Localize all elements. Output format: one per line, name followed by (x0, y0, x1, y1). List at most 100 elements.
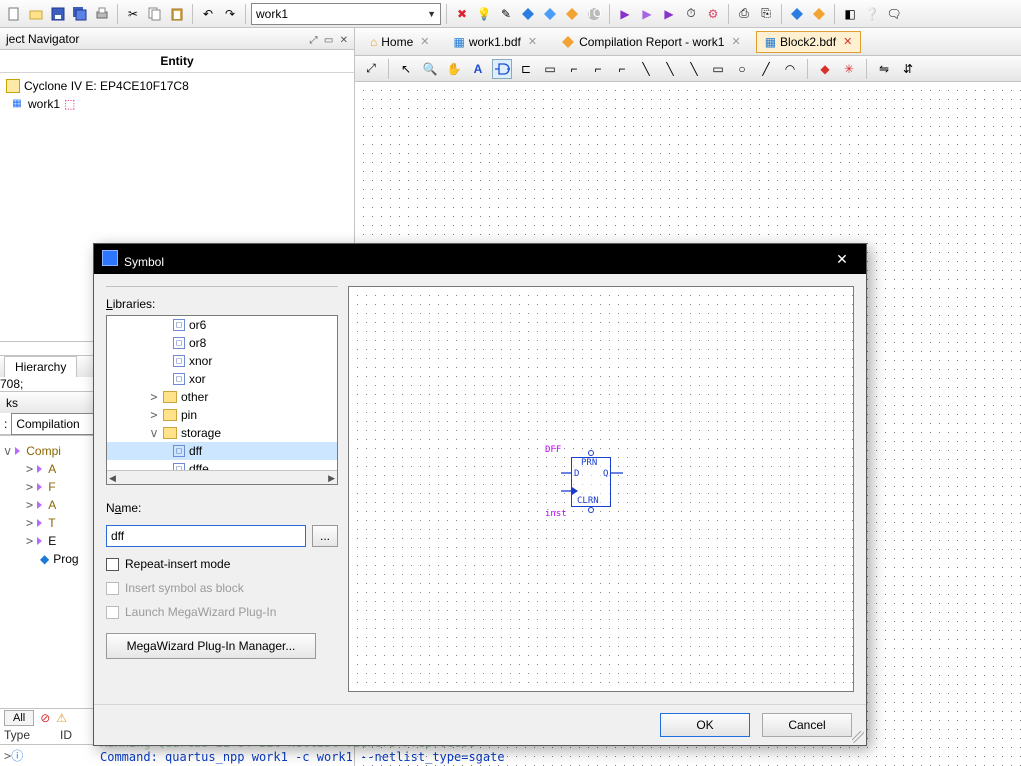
diag3-icon[interactable]: ╲ (684, 59, 704, 79)
pin-tool-icon[interactable]: ⊏ (516, 59, 536, 79)
hierarchy-tab[interactable]: Hierarchy (4, 356, 77, 377)
close-panel-icon[interactable]: ✕ (340, 35, 348, 46)
arc-icon[interactable]: ◠ (780, 59, 800, 79)
stop-icon[interactable]: STOP (584, 4, 604, 24)
list-item[interactable]: ◻dffe (107, 460, 337, 470)
extra2-icon[interactable]: 🗨 (884, 4, 904, 24)
browse-button[interactable]: ... (312, 525, 338, 547)
diag2-icon[interactable]: ╲ (660, 59, 680, 79)
folder-storage[interactable]: vstorage (107, 424, 337, 442)
close-icon[interactable]: ✕ (843, 35, 852, 48)
flip-h-icon[interactable]: ⇋ (874, 59, 894, 79)
list-item[interactable]: ◻or6 (107, 316, 337, 334)
close-icon[interactable]: ✕ (826, 251, 858, 268)
cancel-button[interactable]: Cancel (762, 713, 852, 737)
folder-other[interactable]: >other (107, 388, 337, 406)
report-icon (561, 35, 575, 49)
block-icon[interactable]: ▭ (540, 59, 560, 79)
project-row[interactable]: ▦ work1 ⬚ (6, 95, 348, 113)
save-icon[interactable] (48, 4, 68, 24)
list-item[interactable]: ◻or8 (107, 334, 337, 352)
h-scrollbar[interactable]: ◀▶ (107, 470, 337, 485)
project-combo[interactable]: work1 ▼ (251, 3, 441, 25)
folder-icon (163, 391, 177, 403)
close-icon[interactable]: ✕ (420, 35, 429, 48)
scroll-right-icon[interactable]: ▶ (328, 473, 335, 484)
folder-pin[interactable]: >pin (107, 406, 337, 424)
extra-icon[interactable]: ◧ (840, 4, 860, 24)
device-row[interactable]: Cyclone IV E: EP4CE10F17C8 (6, 77, 348, 95)
open-icon[interactable] (26, 4, 46, 24)
dialog-titlebar[interactable]: Symbol ✕ (94, 244, 866, 274)
ortho3-icon[interactable]: ⌐ (612, 59, 632, 79)
list-item[interactable]: ◻xor (107, 370, 337, 388)
oval-icon[interactable]: ○ (732, 59, 752, 79)
tab-home[interactable]: ⌂ Home ✕ (361, 31, 438, 53)
snap-icon[interactable]: ◆ (815, 59, 835, 79)
paste-icon[interactable] (167, 4, 187, 24)
dialog-title: Symbol (124, 255, 164, 269)
expand-icon[interactable]: > (149, 389, 159, 405)
error-icon[interactable]: ⊘ (40, 711, 50, 725)
misc2-icon[interactable]: ⎘ (756, 4, 776, 24)
new-icon[interactable] (4, 4, 24, 24)
dl-blue-icon[interactable] (787, 4, 807, 24)
zoom-fit-icon[interactable]: ⤢ (361, 59, 381, 79)
tool-pencil-icon[interactable]: ✎ (496, 4, 516, 24)
cut-icon[interactable]: ✂ (123, 4, 143, 24)
ortho2-icon[interactable]: ⌐ (588, 59, 608, 79)
list-item-dff[interactable]: ◻dff (107, 442, 337, 460)
play2-icon[interactable]: ▶ (637, 4, 657, 24)
tab-compilation-report[interactable]: Compilation Report - work1 ✕ (552, 31, 750, 53)
close-icon[interactable]: ✕ (731, 35, 740, 48)
resize-grip-icon[interactable] (852, 731, 864, 743)
scroll-left-icon[interactable]: ◀ (109, 473, 116, 484)
tab-block2[interactable]: ▦ Block2.bdf ✕ (756, 31, 862, 53)
snap2-icon[interactable]: ✳ (839, 59, 859, 79)
warn-icon[interactable]: ⚠ (56, 711, 67, 725)
dl-orange-icon[interactable] (809, 4, 829, 24)
col-type: Type (4, 728, 30, 742)
megawizard-button[interactable]: MegaWizard Plug-In Manager... (106, 633, 316, 659)
ok-button[interactable]: OK (660, 713, 750, 737)
undo-icon[interactable]: ↶ (198, 4, 218, 24)
flip-v-icon[interactable]: ⇵ (898, 59, 918, 79)
libraries-listbox[interactable]: ◻or6 ◻or8 ◻xnor ◻xor >other >pin vstorag… (106, 315, 338, 485)
ortho-icon[interactable]: ⌐ (564, 59, 584, 79)
help-icon[interactable]: ❔ (862, 4, 882, 24)
list-item[interactable]: ◻xnor (107, 352, 337, 370)
tab-work1[interactable]: ▦ work1.bdf ✕ (444, 31, 546, 53)
diag-icon[interactable]: ╲ (636, 59, 656, 79)
play-icon[interactable]: ▶ (615, 4, 635, 24)
tool-orange-icon[interactable] (562, 4, 582, 24)
zoom-icon[interactable]: 🔍 (420, 59, 440, 79)
text-icon[interactable]: A (468, 59, 488, 79)
collapse-icon[interactable]: v (149, 425, 159, 441)
symbol-preview[interactable]: DFF inst PRN CLRN D Q (348, 286, 854, 692)
tool-bulb-icon[interactable]: 💡 (474, 4, 494, 24)
repeat-insert-checkbox[interactable]: Repeat-insert mode (106, 557, 338, 571)
dock-icon[interactable]: ▭ (324, 35, 333, 46)
hand-icon[interactable]: ✋ (444, 59, 464, 79)
misc1-icon[interactable]: ⎙ (734, 4, 754, 24)
gear-icon[interactable]: ⚙ (703, 4, 723, 24)
redo-icon[interactable]: ↷ (220, 4, 240, 24)
close-icon[interactable]: ✕ (528, 35, 537, 48)
line-icon[interactable]: ╱ (756, 59, 776, 79)
saveall-icon[interactable] (70, 4, 90, 24)
copy-icon[interactable] (145, 4, 165, 24)
clock-icon[interactable]: ⏱ (681, 4, 701, 24)
tool-blue-icon[interactable] (518, 4, 538, 24)
rect-icon[interactable]: ▭ (708, 59, 728, 79)
symbol-icon[interactable] (492, 59, 512, 79)
checkbox-icon[interactable] (106, 558, 119, 571)
name-input[interactable] (106, 525, 306, 547)
filter-all[interactable]: All (4, 710, 34, 726)
tool-1-icon[interactable]: ✖ (452, 4, 472, 24)
print-icon[interactable] (92, 4, 112, 24)
pointer-icon[interactable]: ↖ (396, 59, 416, 79)
pin-icon[interactable]: ⤢ (309, 35, 317, 46)
play-red-icon[interactable]: ▶ (659, 4, 679, 24)
tool-blue2-icon[interactable] (540, 4, 560, 24)
expand-icon[interactable]: > (149, 407, 159, 423)
